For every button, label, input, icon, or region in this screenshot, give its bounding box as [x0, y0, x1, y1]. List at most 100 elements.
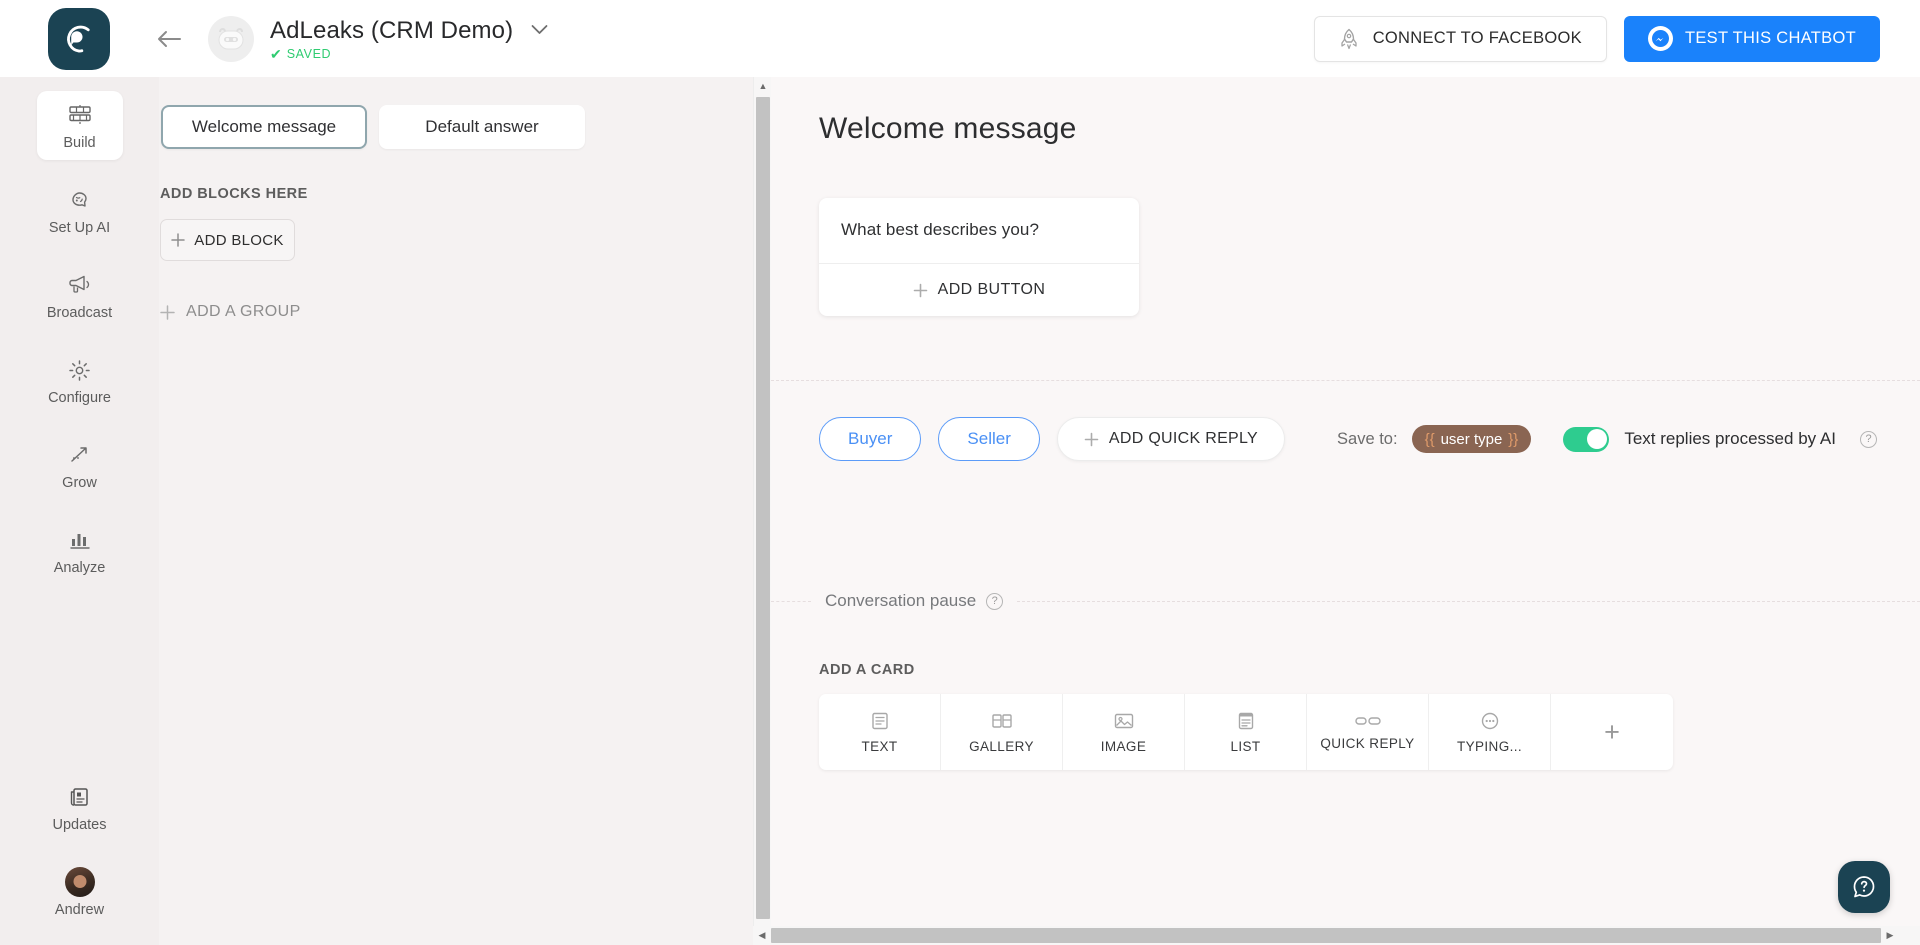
quick-replies-row: Buyer Seller ADD QUICK REPLY Save to: {{… [819, 417, 1877, 461]
sidebar-item-label: Set Up AI [48, 220, 111, 236]
quick-reply-seller[interactable]: Seller [938, 417, 1040, 461]
question-circle-icon[interactable]: ? [1860, 430, 1877, 448]
connect-to-facebook-label: CONNECT TO FACEBOOK [1372, 29, 1582, 47]
bar-chart-icon [69, 527, 91, 553]
sidebar-item-analyze[interactable]: Analyze [37, 516, 123, 585]
header-actions: CONNECT TO FACEBOOK TEST THIS CHATBOT [1313, 15, 1880, 62]
sidebar-item-grow[interactable]: Grow [37, 431, 123, 500]
blocks-icon [68, 102, 92, 128]
pause-divider-right [1017, 600, 1920, 602]
chat-bubble-logo-icon [67, 25, 90, 52]
add-more-cards-button[interactable]: + [1551, 694, 1673, 770]
card-type-text[interactable]: TEXT [819, 694, 941, 770]
chatbot-dropdown-button[interactable] [531, 22, 548, 40]
text-card-icon [871, 712, 888, 729]
test-chatbot-label: TEST THIS CHATBOT [1684, 29, 1856, 47]
quick-reply-label: Buyer [848, 429, 893, 448]
gear-icon [68, 357, 91, 383]
avatar [64, 867, 95, 897]
add-button-label: ADD BUTTON [937, 281, 1046, 298]
image-card-icon [1114, 713, 1133, 728]
blocks-panel: Welcome message Default answer ADD BLOCK… [159, 77, 758, 945]
sidebar-item-configure[interactable]: Configure [37, 346, 123, 415]
panel-vertical-scrollbar[interactable]: ▲ ▼ [753, 77, 771, 945]
app-header: AdLeaks (CRM Demo) ✔ SAVED CONNECT TO FA… [0, 0, 1920, 77]
card-type-list[interactable]: LIST [1185, 694, 1307, 770]
conversation-pause-label: Conversation pause [825, 591, 977, 610]
horizontal-scroll-thumb[interactable] [771, 928, 1881, 943]
vertical-scroll-thumb[interactable] [756, 97, 770, 919]
sidebar-item-build[interactable]: Build [36, 91, 123, 160]
tab-welcome-message[interactable]: Welcome message [161, 105, 367, 149]
message-text[interactable]: What best describes you? [819, 198, 1139, 263]
help-button[interactable] [1838, 861, 1890, 913]
pause-divider-left [771, 600, 811, 602]
ai-processing-toggle[interactable] [1563, 426, 1610, 452]
flow-tabs: Welcome message Default answer [160, 105, 758, 149]
add-blocks-caption: ADD BLOCKS HERE [160, 186, 308, 202]
back-button[interactable] [152, 22, 186, 56]
brain-icon [67, 187, 92, 213]
plus-icon [1084, 432, 1099, 446]
saved-label: SAVED [286, 46, 332, 61]
megaphone-icon [67, 272, 92, 298]
section-divider [771, 380, 1920, 381]
card-type-label: GALLERY [969, 738, 1034, 754]
editor-title: Welcome message [819, 112, 1077, 145]
add-quick-reply-label: ADD QUICK REPLY [1108, 430, 1259, 447]
scroll-up-arrow-icon[interactable]: ▲ [754, 77, 772, 95]
bot-avatar[interactable] [208, 15, 254, 62]
card-type-label: TEXT [861, 738, 898, 754]
quick-reply-card-icon [1354, 716, 1381, 725]
card-type-quick-reply[interactable]: QUICK REPLY [1307, 694, 1429, 770]
page-horizontal-scrollbar[interactable]: ◀ ▶ [753, 926, 1920, 945]
list-card-icon [1238, 712, 1253, 729]
add-a-card-caption: ADD A CARD [819, 662, 915, 678]
card-type-label: TYPING... [1456, 738, 1523, 754]
chatbot-title-block: AdLeaks (CRM Demo) ✔ SAVED [270, 17, 548, 61]
add-button-button[interactable]: ADD BUTTON [819, 264, 1139, 316]
scroll-left-arrow-icon[interactable]: ◀ [753, 926, 771, 945]
toggle-knob [1586, 429, 1607, 449]
plus-icon [171, 233, 186, 247]
brand-logo[interactable] [48, 7, 110, 70]
chevron-down-icon [531, 24, 548, 34]
test-chatbot-button[interactable]: TEST THIS CHATBOT [1623, 15, 1880, 62]
check-icon: ✔ [270, 45, 282, 62]
card-type-image[interactable]: IMAGE [1063, 694, 1185, 770]
tab-default-answer[interactable]: Default answer [379, 105, 585, 149]
page-title: AdLeaks (CRM Demo) [270, 16, 514, 44]
tab-label: Default answer [425, 117, 539, 136]
ai-toggle-group: Text replies processed by AI ? [1563, 426, 1877, 452]
sidebar-item-account[interactable]: Andrew [37, 858, 123, 927]
card-type-typing[interactable]: TYPING... [1429, 694, 1551, 770]
question-circle-icon[interactable]: ? [986, 592, 1004, 610]
sidebar-item-label: Build [63, 135, 96, 151]
message-editor-main: Welcome message What best describes you?… [771, 77, 1920, 945]
card-type-strip: TEXT GALLERY IMAGE LIST QUICK REPLY TYPI… [819, 694, 1673, 770]
plus-icon [913, 283, 927, 297]
save-to-group: Save to: {{ user type }} [1337, 425, 1532, 453]
variable-close-brace: }} [1508, 430, 1519, 448]
quick-reply-buyer[interactable]: Buyer [819, 417, 922, 461]
messenger-glyph-icon [1651, 30, 1669, 47]
card-type-gallery[interactable]: GALLERY [941, 694, 1063, 770]
sidebar-item-label: Broadcast [46, 305, 113, 321]
add-block-button[interactable]: ADD BLOCK [160, 219, 295, 261]
card-type-label: QUICK REPLY [1320, 735, 1415, 751]
message-card[interactable]: What best describes you? ADD BUTTON [819, 198, 1139, 316]
saved-status: ✔ SAVED [270, 47, 548, 61]
add-quick-reply-button[interactable]: ADD QUICK REPLY [1056, 417, 1286, 461]
quick-reply-label: Seller [967, 429, 1011, 448]
scroll-right-arrow-icon[interactable]: ▶ [1881, 926, 1899, 945]
sidebar-item-updates[interactable]: Updates [37, 773, 123, 842]
save-to-variable-chip[interactable]: {{ user type }} [1411, 425, 1532, 453]
sidebar-item-set-up-ai[interactable]: Set Up AI [37, 176, 123, 245]
updates-icon [68, 784, 91, 810]
trending-up-icon [68, 442, 92, 468]
add-a-group-button[interactable]: ADD A GROUP [160, 303, 758, 321]
card-type-label: LIST [1230, 738, 1261, 754]
connect-to-facebook-button[interactable]: CONNECT TO FACEBOOK [1313, 15, 1607, 62]
conversation-pause-label-group[interactable]: Conversation pause ? [811, 591, 1017, 611]
sidebar-item-broadcast[interactable]: Broadcast [37, 261, 123, 330]
